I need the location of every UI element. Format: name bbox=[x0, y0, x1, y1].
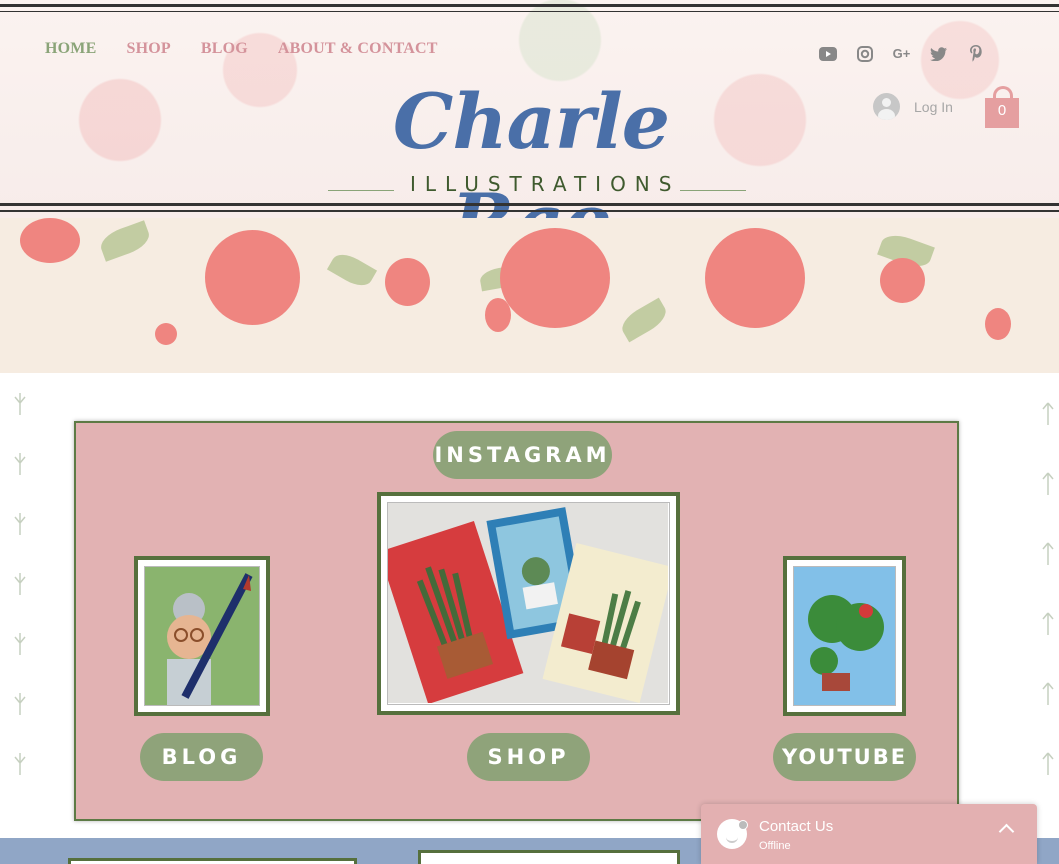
logo-rule-left bbox=[328, 190, 394, 191]
main-nav: HOME SHOP BLOG ABOUT & CONTACT bbox=[45, 40, 468, 58]
pinterest-icon[interactable] bbox=[966, 44, 985, 63]
logo-rule-right bbox=[680, 190, 746, 191]
shop-image-inner bbox=[387, 502, 670, 705]
youtube-image-inner bbox=[793, 566, 896, 706]
leaf bbox=[97, 220, 153, 262]
youtube-image[interactable] bbox=[783, 556, 906, 716]
instagram-button[interactable]: INSTAGRAM bbox=[433, 431, 612, 479]
right-arrow-pattern bbox=[1038, 373, 1059, 833]
nav-home[interactable]: HOME bbox=[45, 40, 96, 58]
youtube-button[interactable]: YOUTUBE bbox=[773, 733, 916, 781]
login-label: Log In bbox=[914, 98, 953, 115]
twitter-icon[interactable] bbox=[929, 44, 948, 63]
blog-button[interactable]: BLOG bbox=[140, 733, 263, 781]
rose bbox=[155, 323, 177, 345]
header-bottom-rule bbox=[0, 203, 1059, 206]
offline-status-dot bbox=[738, 820, 748, 830]
lower-frame-center bbox=[418, 850, 680, 864]
instagram-icon[interactable] bbox=[855, 44, 874, 63]
left-arrow-pattern bbox=[10, 373, 50, 833]
blog-image-inner bbox=[144, 566, 260, 706]
chat-title: Contact Us bbox=[759, 818, 834, 835]
youtube-icon[interactable] bbox=[818, 44, 837, 63]
rose-banner bbox=[0, 218, 1059, 373]
social-bar: G+ bbox=[818, 44, 1003, 63]
leaf bbox=[326, 248, 378, 292]
shop-image[interactable] bbox=[377, 492, 680, 715]
google-plus-icon[interactable]: G+ bbox=[892, 44, 911, 63]
header-bottom-rule-2 bbox=[0, 210, 1059, 212]
rose bbox=[500, 228, 610, 328]
rose bbox=[705, 228, 805, 328]
cart-count: 0 bbox=[997, 102, 1007, 119]
contact-us-chat-widget[interactable]: Contact Us Offline bbox=[701, 804, 1037, 864]
rose bbox=[880, 258, 925, 303]
cactus-character-illustration bbox=[794, 567, 895, 705]
cart-button[interactable]: 0 bbox=[985, 86, 1019, 128]
nav-about-contact[interactable]: ABOUT & CONTACT bbox=[278, 40, 438, 58]
header-top-rule bbox=[0, 4, 1059, 7]
girl-with-brush-illustration bbox=[145, 567, 259, 705]
login-button[interactable]: Log In bbox=[873, 93, 953, 120]
chevron-up-icon[interactable] bbox=[998, 823, 1015, 840]
header-top-rule-thin bbox=[0, 11, 1059, 12]
lower-frame-left bbox=[68, 858, 357, 864]
shop-button[interactable]: SHOP bbox=[467, 733, 590, 781]
avatar-icon bbox=[873, 93, 900, 120]
rose bbox=[985, 308, 1011, 340]
rose bbox=[205, 230, 300, 325]
blog-image[interactable] bbox=[134, 556, 270, 716]
nav-blog[interactable]: BLOG bbox=[201, 40, 248, 58]
logo-subtitle: ILLUSTRATIONS bbox=[410, 172, 681, 196]
nav-shop[interactable]: SHOP bbox=[126, 40, 170, 58]
leaf bbox=[617, 297, 671, 343]
rose bbox=[20, 218, 80, 263]
chat-status: Offline bbox=[759, 840, 791, 852]
rose bbox=[385, 258, 430, 306]
cactus-paintings-photo bbox=[388, 503, 669, 704]
